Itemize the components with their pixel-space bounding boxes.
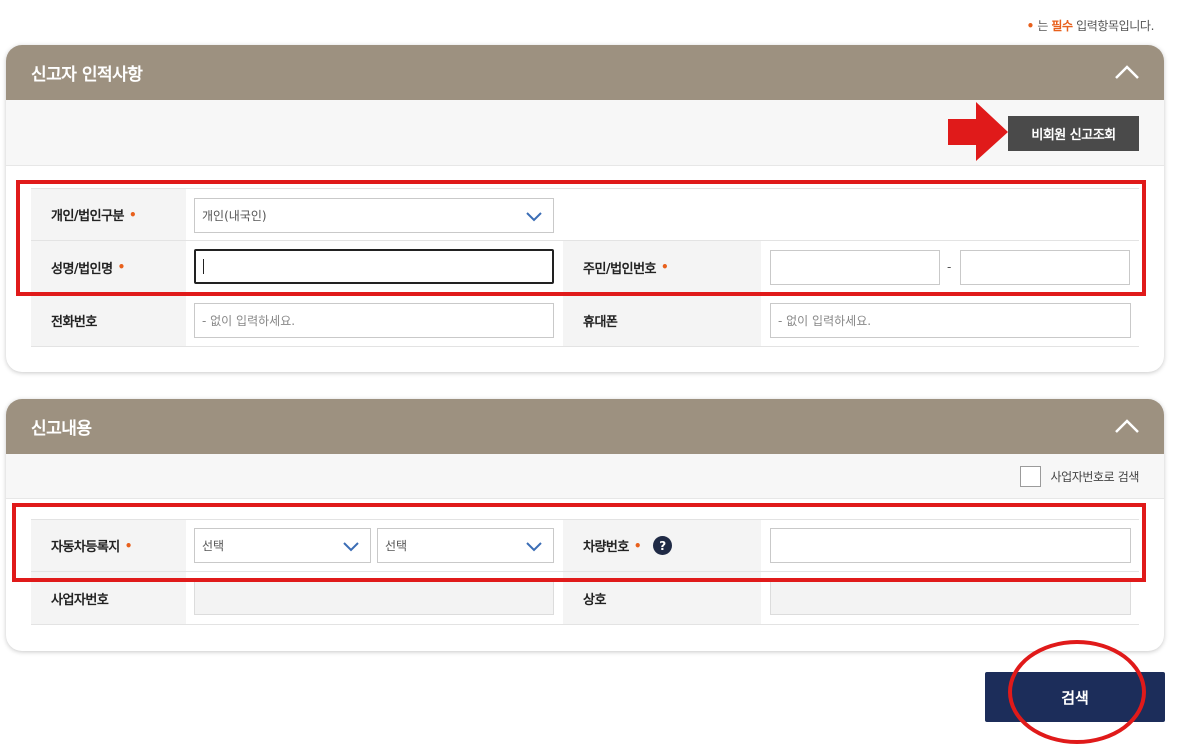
person-type-value: 개인(내국인) bbox=[202, 209, 267, 223]
company-name-field bbox=[770, 580, 1131, 615]
mobile-label: 휴대폰 bbox=[563, 294, 761, 346]
report-content-toolbar: 사업자번호로 검색 bbox=[6, 454, 1164, 499]
id-number-first-field[interactable] bbox=[770, 250, 940, 285]
business-search-label: 사업자번호로 검색 bbox=[1050, 470, 1139, 484]
mobile-input[interactable] bbox=[778, 313, 1130, 328]
required-note-suffix: 입력항목입니다. bbox=[1076, 19, 1154, 33]
name-label: 성명/법인명 • bbox=[31, 241, 186, 293]
chevron-down-icon bbox=[343, 542, 359, 552]
name-row: 성명/법인명 • 주민/법인번호 • - bbox=[31, 241, 1139, 294]
car-registration-label: 자동차등록지 • bbox=[31, 520, 186, 571]
chevron-up-icon[interactable] bbox=[1112, 413, 1142, 439]
reporter-toolbar: 비회원 신고조회 bbox=[6, 100, 1164, 166]
company-name-label: 상호 bbox=[563, 572, 761, 624]
car-registration-row: 자동차등록지 • 선택 선택 차량번호 • ? bbox=[31, 519, 1139, 572]
business-search-checkbox[interactable] bbox=[1020, 466, 1042, 487]
business-number-row: 사업자번호 상호 bbox=[31, 572, 1139, 625]
person-type-label: 개인/법인구분 • bbox=[31, 189, 186, 240]
chevron-down-icon bbox=[526, 212, 542, 222]
id-number-label: 주민/법인번호 • bbox=[563, 241, 761, 293]
report-content-title: 신고내용 bbox=[31, 419, 92, 439]
reporter-info-panel: 신고자 인적사항 비회원 신고조회 개인/법인구분 • 개인(내국인) 성명/법인… bbox=[6, 45, 1164, 372]
text-cursor bbox=[203, 259, 204, 274]
report-content-form: 자동차등록지 • 선택 선택 차량번호 • ? 사업자번호 상호 bbox=[31, 519, 1139, 625]
car-number-label: 차량번호 • ? bbox=[563, 520, 761, 571]
phone-label: 전화번호 bbox=[31, 294, 186, 346]
chevron-down-icon bbox=[526, 542, 542, 552]
phone-input[interactable] bbox=[202, 313, 553, 328]
name-field[interactable] bbox=[194, 249, 554, 284]
help-icon[interactable]: ? bbox=[653, 536, 673, 555]
id-number-separator: - bbox=[947, 260, 952, 274]
business-number-field bbox=[194, 580, 554, 615]
phone-row: 전화번호 휴대폰 bbox=[31, 294, 1139, 347]
report-content-panel: 신고내용 사업자번호로 검색 자동차등록지 • 선택 선택 차량번호 • ? 사… bbox=[6, 399, 1164, 651]
reporter-info-title: 신고자 인적사항 bbox=[31, 65, 143, 85]
non-member-lookup-button[interactable]: 비회원 신고조회 bbox=[1008, 116, 1139, 151]
report-content-header: 신고내용 bbox=[6, 399, 1164, 454]
person-type-select[interactable]: 개인(내국인) bbox=[194, 198, 554, 233]
business-number-label: 사업자번호 bbox=[31, 572, 186, 624]
person-type-row: 개인/법인구분 • 개인(내국인) bbox=[31, 188, 1139, 241]
id-number-second-field[interactable] bbox=[960, 250, 1130, 285]
region-select-1[interactable]: 선택 bbox=[194, 528, 371, 563]
reporter-info-header: 신고자 인적사항 bbox=[6, 45, 1164, 100]
required-note-prefix: 는 bbox=[1037, 19, 1048, 33]
business-search-option[interactable]: 사업자번호로 검색 bbox=[1020, 466, 1139, 487]
phone-field[interactable] bbox=[194, 303, 554, 338]
car-number-field[interactable] bbox=[770, 528, 1131, 563]
search-button[interactable]: 검색 bbox=[985, 672, 1165, 722]
reporter-form: 개인/법인구분 • 개인(내국인) 성명/법인명 • 주민/법인번호 • - 전… bbox=[31, 188, 1139, 347]
required-word: 필수 bbox=[1051, 19, 1073, 33]
mobile-field[interactable] bbox=[770, 303, 1131, 338]
required-dot: • bbox=[1026, 19, 1035, 33]
region-select-2[interactable]: 선택 bbox=[377, 528, 554, 563]
chevron-up-icon[interactable] bbox=[1112, 59, 1142, 85]
required-fields-note: • 는 필수 입력항목입니다. bbox=[1026, 17, 1155, 34]
